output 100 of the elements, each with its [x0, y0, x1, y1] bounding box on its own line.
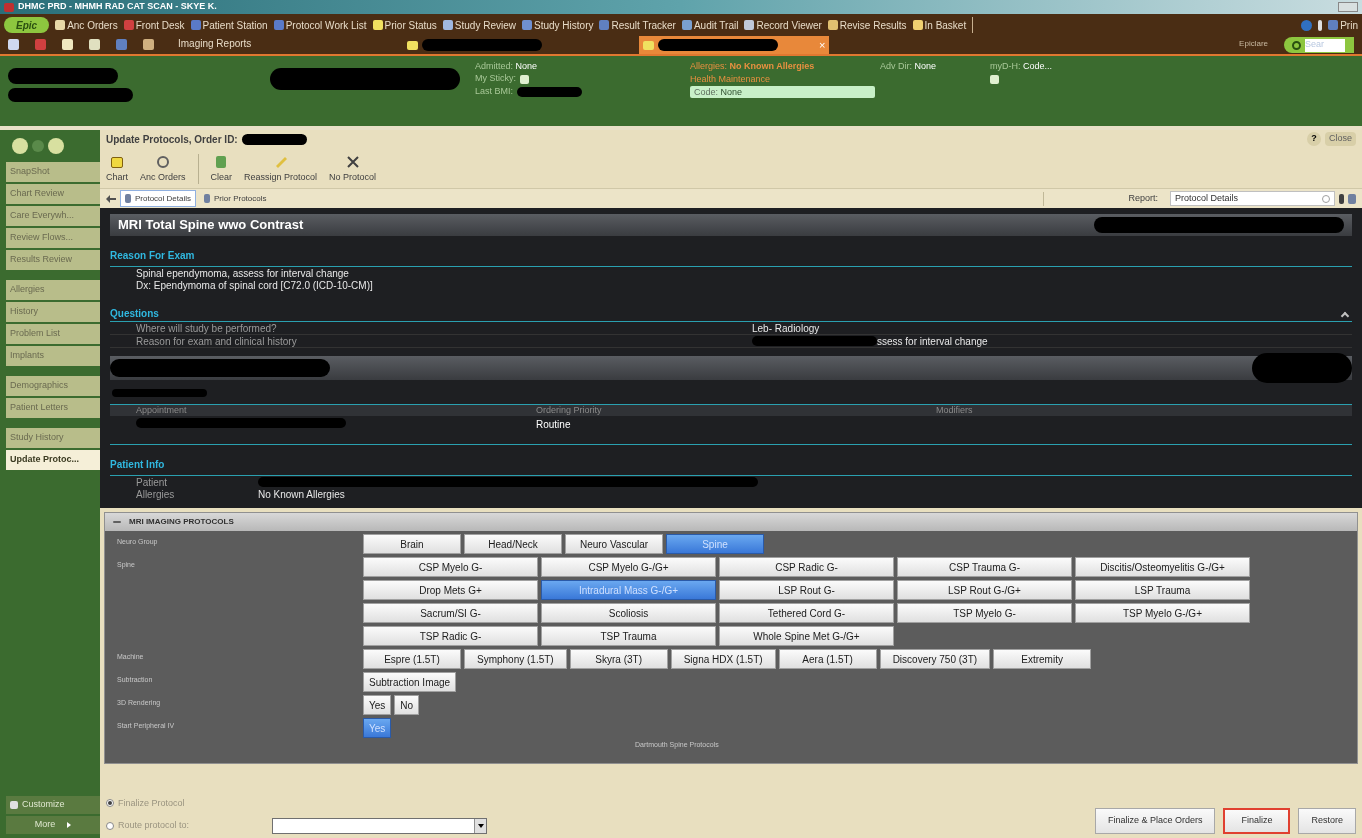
protocol-option[interactable]: TSP Myelo G-/G+ [1075, 603, 1250, 623]
protocol-option[interactable]: Whole Spine Met G-/G+ [719, 626, 894, 646]
column-label: Ordering Priority [536, 403, 603, 417]
tool-button[interactable]: No Protocol [329, 155, 377, 184]
toolbar-button[interactable]: Protocol Work List [273, 17, 367, 33]
back-arrow-icon[interactable] [106, 194, 116, 203]
protocol-option[interactable]: TSP Myelo G- [897, 603, 1072, 623]
search-field[interactable]: Sear [1284, 37, 1354, 53]
toolbar-button[interactable]: Front Desk [123, 17, 185, 33]
shortcut-icon [143, 39, 154, 50]
document-icon [1348, 193, 1356, 204]
toolbar-icon [744, 20, 755, 30]
toolbar-button[interactable]: Study History [522, 17, 594, 33]
tool-button[interactable]: Chart [106, 156, 128, 184]
toolbar-button[interactable]: Revise Results [827, 17, 907, 33]
protocol-option[interactable]: CSP Trauma G- [897, 557, 1072, 577]
protocol-option[interactable]: Discovery 750 (3T) [879, 649, 991, 669]
protocol-option[interactable]: Tethered Cord G- [719, 603, 894, 623]
back-icon [12, 138, 28, 154]
field-label: Health Maintenance [690, 74, 771, 84]
protocol-option[interactable]: CSP Radic G- [719, 557, 894, 577]
order-value: Routine [536, 418, 571, 430]
toolbar-button[interactable]: Anc Orders [55, 17, 118, 33]
protocol-option[interactable]: Sacrum/SI G- [363, 603, 538, 623]
folder-icon [407, 40, 419, 50]
question-label: Reason for exam and clinical history [136, 334, 298, 349]
field-label: Admitted: [475, 61, 514, 71]
document-icon [204, 194, 211, 203]
protocol-option[interactable]: Yes [363, 695, 392, 715]
tool-button[interactable]: Reassign Protocol [244, 153, 318, 184]
protocol-option[interactable]: Scoliosis [541, 603, 716, 623]
protocol-option[interactable]: TSP Trauma [541, 626, 716, 646]
toolbar-icon [190, 20, 201, 30]
help-button[interactable]: ? [1307, 132, 1321, 146]
toolbar-button[interactable]: Audit Trail [681, 17, 739, 33]
protocol-option[interactable]: LSP Rout G- [719, 580, 894, 600]
close-button[interactable]: Close [1325, 132, 1356, 146]
printer-icon [1328, 20, 1339, 30]
toolbar-button[interactable]: In Basket [912, 17, 967, 33]
protocol-option[interactable]: Brain [363, 534, 461, 554]
caret-icon [477, 824, 484, 828]
protocol-option[interactable]: Drop Mets G+ [363, 580, 538, 600]
route-dropdown[interactable] [272, 818, 487, 834]
radio-button[interactable] [106, 799, 114, 808]
protocol-option[interactable]: Aera (1.5T) [778, 649, 877, 669]
protocol-option[interactable]: LSP Trauma [1075, 580, 1250, 600]
tool-button[interactable]: Anc Orders [140, 155, 186, 184]
section-heading: Questions [110, 307, 159, 321]
radio-label: Route protocol to: [118, 819, 191, 833]
protocol-option[interactable]: CSP Myelo G-/G+ [541, 557, 716, 577]
window-title: DHMC PRD - MHMH RAD CAT SCAN - SKYE K. [18, 0, 217, 14]
toolbar-button[interactable]: Study Review [442, 17, 516, 33]
toolbar-button[interactable]: Patient Station [190, 17, 268, 33]
toolbar-icon [273, 20, 284, 30]
radio-button[interactable] [106, 822, 114, 830]
field-value: No Known Allergies [729, 61, 815, 71]
report-field[interactable]: Protocol Details [1170, 191, 1335, 206]
protocol-option[interactable]: No [394, 695, 420, 715]
toolbar-icon [681, 20, 692, 30]
action-button[interactable]: Restore [1298, 808, 1356, 834]
field-label: Last BMI: [475, 85, 513, 99]
field-value: None [914, 61, 937, 71]
toolbar-button[interactable]: Result Tracker [599, 17, 676, 33]
protocol-option[interactable]: TSP Radic G- [363, 626, 538, 646]
protocol-option[interactable]: Espre (1.5T) [363, 649, 461, 669]
protocol-option[interactable]: Skyra (3T) [569, 649, 668, 669]
toolbar-icon [55, 20, 66, 30]
protocol-option[interactable]: Symphony (1.5T) [464, 649, 567, 669]
protocol-option[interactable]: CSP Myelo G- [363, 557, 538, 577]
protocol-option[interactable]: Subtraction Image [363, 672, 457, 692]
print-button[interactable]: Prin [1328, 17, 1358, 33]
more-button[interactable]: More [6, 816, 100, 834]
report-title: MRI Total Spine wwo Contrast [118, 216, 304, 235]
epic-button[interactable]: Epic [4, 17, 50, 33]
report-tab[interactable]: Protocol Details [120, 190, 197, 207]
action-button[interactable]: Finalize & Place Orders [1094, 808, 1216, 834]
protocol-option[interactable]: Head/Neck [464, 534, 562, 554]
shortcut-icon [35, 39, 46, 50]
sidebar-item[interactable]: Update Protoc... [6, 450, 100, 470]
panel-title: MRI IMAGING PROTOCOLS [129, 516, 234, 528]
toolbar-button[interactable]: Prior Status [372, 17, 437, 33]
menu-icon [48, 138, 64, 154]
protocol-option[interactable]: Discitis/Osteomyelitis G-/G+ [1075, 557, 1250, 577]
toolbar-button[interactable]: Record Viewer [744, 17, 822, 33]
report-tab[interactable]: Prior Protocols [200, 190, 271, 207]
customize-button[interactable]: Customize [6, 796, 100, 814]
protocol-option[interactable]: Extremity [993, 649, 1092, 669]
field-label: Adv Dir: [880, 61, 912, 71]
field-value: None [515, 61, 538, 71]
field-label: My Sticky: [475, 72, 516, 86]
folder-icon [111, 156, 123, 168]
action-button[interactable]: Finalize [1223, 808, 1291, 834]
shortcut-icon [62, 39, 73, 50]
window-controls-icon[interactable] [1338, 2, 1358, 12]
reason-line: Spinal ependymoma, assess for interval change [136, 268, 350, 280]
protocol-option[interactable]: LSP Rout G-/G+ [897, 580, 1072, 600]
protocol-option[interactable]: Signa HDX (1.5T) [670, 649, 776, 669]
caret-icon [67, 822, 72, 828]
protocol-option[interactable]: Neuro Vascular [565, 534, 663, 554]
tool-button[interactable]: Clear [210, 155, 233, 184]
